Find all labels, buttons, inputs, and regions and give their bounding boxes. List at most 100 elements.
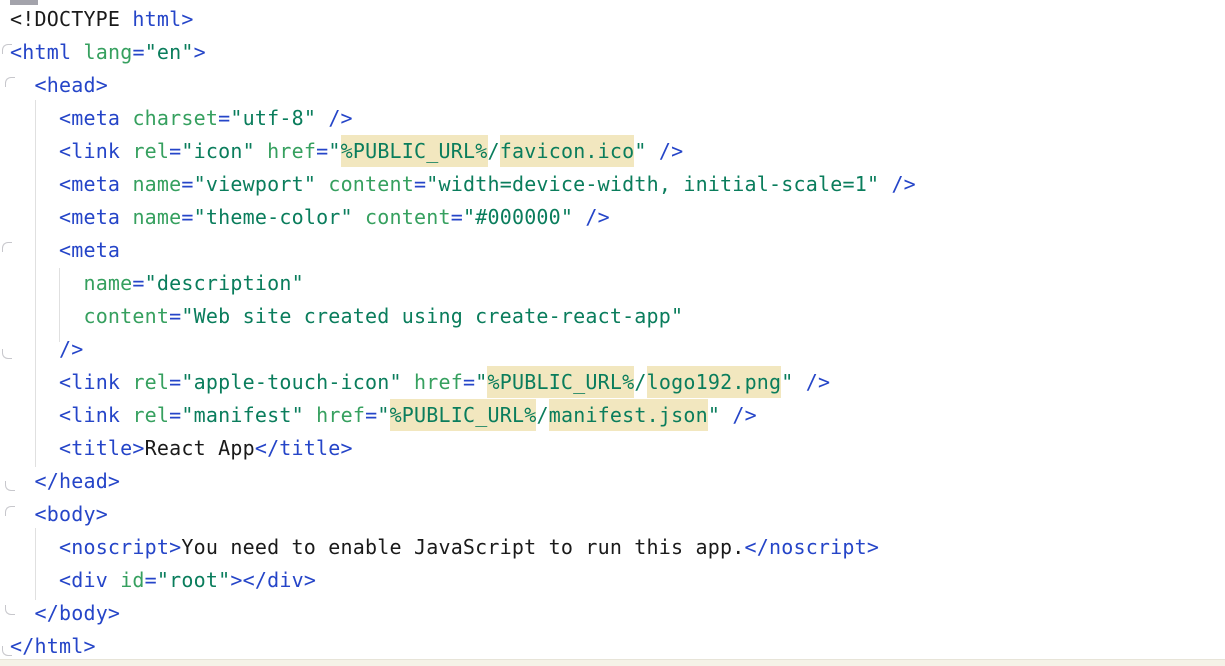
code-segment: > <box>194 40 206 64</box>
fold-marker-meta-close[interactable] <box>2 349 12 359</box>
code-segment: = <box>132 40 144 64</box>
code-segment: html> <box>132 7 193 31</box>
code-segment <box>10 271 83 295</box>
code-segment: = <box>132 271 144 295</box>
code-segment: charset <box>132 106 218 130</box>
code-segment: rel <box>132 370 169 394</box>
indent-guide-meta <box>59 268 60 342</box>
code-line-18[interactable]: <div id="root"></div> <box>0 564 1225 597</box>
code-segment: content <box>83 304 169 328</box>
code-segment <box>647 139 659 163</box>
code-line-13[interactable]: <link rel="manifest" href="%PUBLIC_URL%/… <box>0 399 1225 432</box>
code-segment <box>304 403 316 427</box>
code-segment: /> <box>585 205 609 229</box>
code-line-6[interactable]: <meta name="viewport" content="width=dev… <box>0 168 1225 201</box>
code-segment: "theme-color" <box>194 205 353 229</box>
code-segment: <!DOCTYPE <box>10 7 132 31</box>
code-segment: / <box>634 370 646 394</box>
fold-marker-html-open[interactable] <box>2 44 12 54</box>
code-segment: /> <box>891 172 915 196</box>
code-line-9[interactable]: name="description" <box>0 267 1225 300</box>
code-segment: <meta <box>59 106 120 130</box>
code-segment <box>120 139 132 163</box>
code-segment <box>316 106 328 130</box>
code-segment <box>120 172 132 196</box>
code-segment: "icon" <box>181 139 254 163</box>
template-token: logo192.png <box>647 366 782 398</box>
code-segment: id <box>120 568 144 592</box>
code-segment: content <box>328 172 414 196</box>
code-segment: " <box>708 403 720 427</box>
code-segment: = <box>169 370 181 394</box>
fold-marker-meta-open[interactable] <box>2 242 12 252</box>
code-segment: = <box>365 403 377 427</box>
code-area[interactable]: <!DOCTYPE html><html lang="en"> <head> <… <box>0 3 1225 663</box>
fold-marker-head-open[interactable] <box>5 77 15 87</box>
code-segment <box>402 370 414 394</box>
code-line-4[interactable]: <meta charset="utf-8" /> <box>0 102 1225 135</box>
code-line-11[interactable]: /> <box>0 333 1225 366</box>
code-segment: = <box>169 139 181 163</box>
code-segment: = <box>463 370 475 394</box>
code-segment: = <box>218 106 230 130</box>
fold-marker-head-close[interactable] <box>5 481 15 491</box>
code-segment: ></div> <box>230 568 316 592</box>
code-segment: href <box>316 403 365 427</box>
fold-marker-body-open[interactable] <box>5 506 15 516</box>
code-segment: </body> <box>34 601 120 625</box>
code-segment: </title> <box>255 436 353 460</box>
code-segment: = <box>181 172 193 196</box>
code-line-7[interactable]: <meta name="theme-color" content="#00000… <box>0 201 1225 234</box>
code-editor: <!DOCTYPE html><html lang="en"> <head> <… <box>0 0 1225 666</box>
code-segment <box>108 568 120 592</box>
template-token: %PUBLIC_URL% <box>390 399 537 431</box>
horizontal-scrollbar[interactable] <box>0 659 1225 666</box>
code-segment: <html <box>10 40 71 64</box>
code-segment: "manifest" <box>181 403 303 427</box>
code-line-19[interactable]: </body> <box>0 597 1225 630</box>
code-segment <box>120 403 132 427</box>
code-line-8[interactable]: <meta <box>0 234 1225 267</box>
code-line-3[interactable]: <head> <box>0 69 1225 102</box>
code-segment <box>120 106 132 130</box>
fold-marker-html-close[interactable] <box>2 646 12 656</box>
code-segment: rel <box>132 403 169 427</box>
code-line-2[interactable]: <html lang="en"> <box>0 36 1225 69</box>
code-segment: <title> <box>59 436 145 460</box>
code-segment: /> <box>659 139 683 163</box>
code-segment: "#000000" <box>463 205 573 229</box>
code-segment: "width=device-width, initial-scale=1" <box>426 172 879 196</box>
code-segment: <div <box>59 568 108 592</box>
code-segment: href <box>414 370 463 394</box>
code-segment: <link <box>59 370 120 394</box>
code-line-10[interactable]: content="Web site created using create-r… <box>0 300 1225 333</box>
code-segment: = <box>169 304 181 328</box>
code-segment: /> <box>732 403 756 427</box>
code-segment: <link <box>59 403 120 427</box>
code-line-12[interactable]: <link rel="apple-touch-icon" href="%PUBL… <box>0 366 1225 399</box>
code-segment: = <box>414 172 426 196</box>
code-segment: <noscript> <box>59 535 181 559</box>
template-token: manifest.json <box>549 399 708 431</box>
code-segment: " <box>328 139 340 163</box>
fold-marker-body-close[interactable] <box>5 605 15 615</box>
code-segment: / <box>488 139 500 163</box>
code-line-16[interactable]: <body> <box>0 498 1225 531</box>
code-line-14[interactable]: <title>React App</title> <box>0 432 1225 465</box>
code-segment: "root" <box>157 568 230 592</box>
code-line-15[interactable]: </head> <box>0 465 1225 498</box>
code-segment <box>255 139 267 163</box>
code-segment <box>10 304 83 328</box>
code-segment <box>120 205 132 229</box>
code-segment: /> <box>328 106 352 130</box>
code-segment: "viewport" <box>194 172 316 196</box>
code-line-17[interactable]: <noscript>You need to enable JavaScript … <box>0 531 1225 564</box>
code-segment: /> <box>59 337 83 361</box>
code-line-5[interactable]: <link rel="icon" href="%PUBLIC_URL%/favi… <box>0 135 1225 168</box>
code-segment: " <box>475 370 487 394</box>
code-segment <box>794 370 806 394</box>
code-segment <box>316 172 328 196</box>
code-line-1[interactable]: <!DOCTYPE html> <box>0 3 1225 36</box>
code-segment: <body> <box>34 502 107 526</box>
code-segment: content <box>365 205 451 229</box>
